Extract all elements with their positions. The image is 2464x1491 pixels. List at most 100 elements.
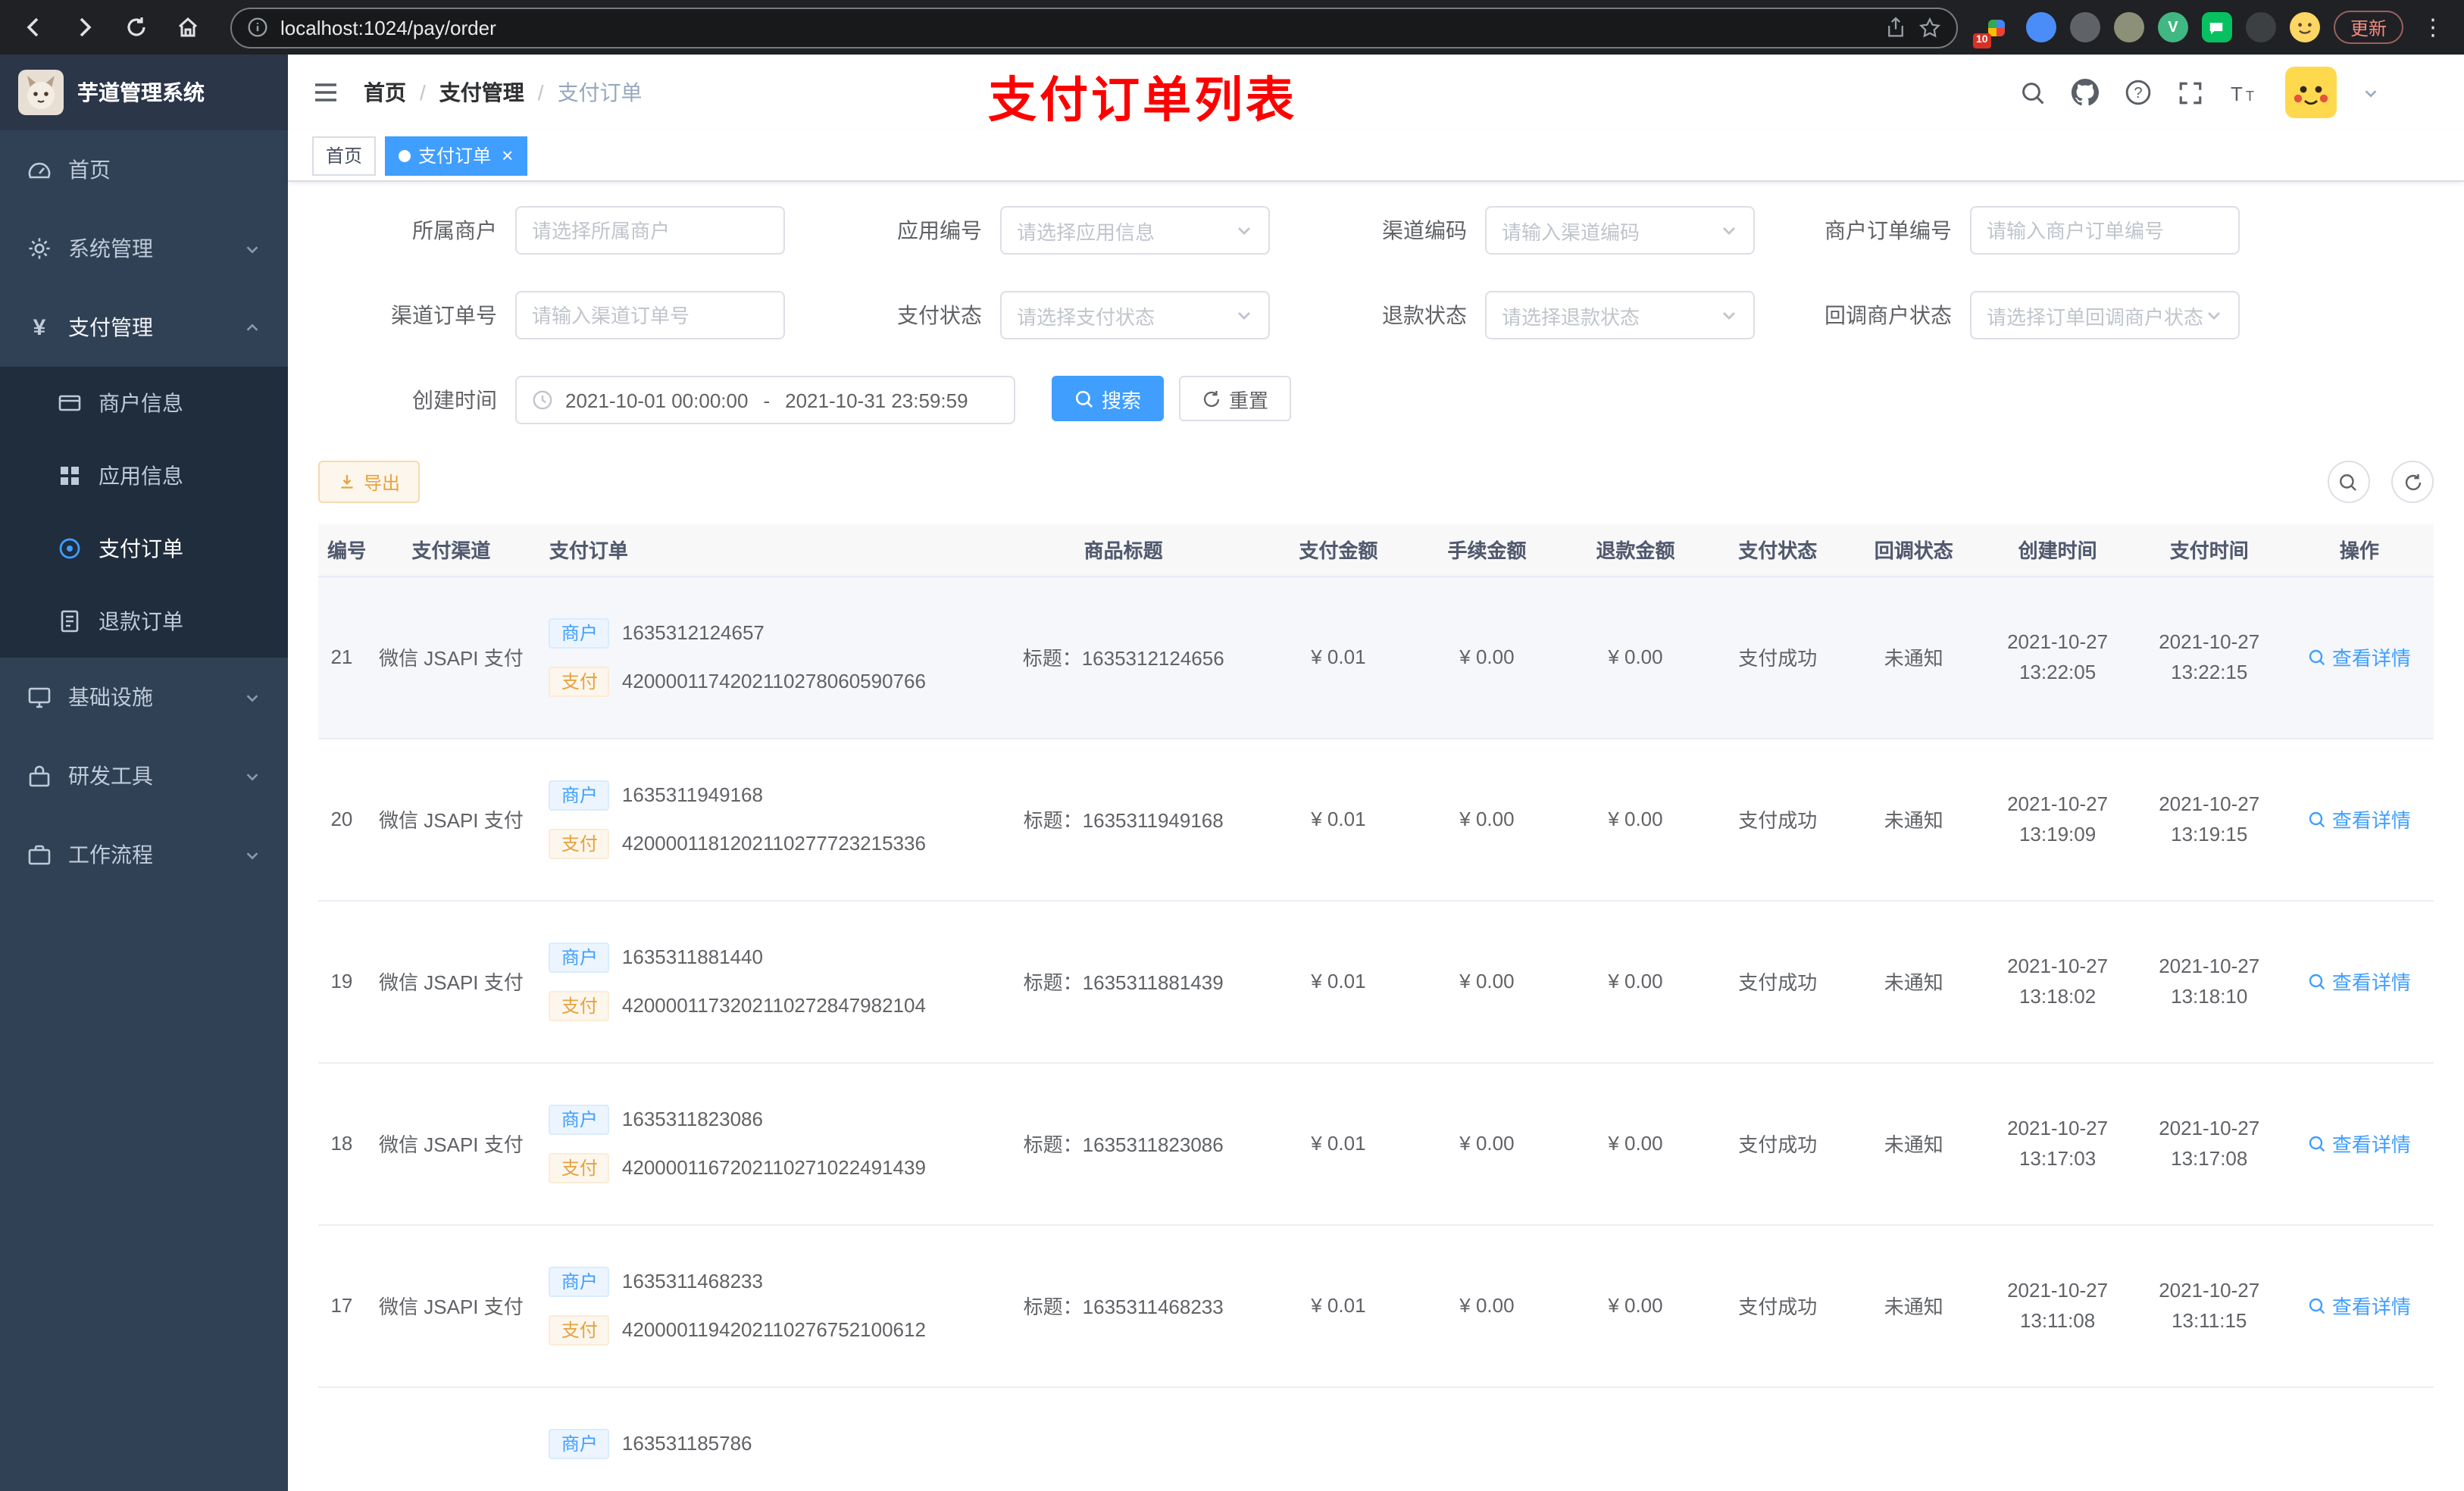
- refund-status-select[interactable]: 请选择退款状态: [1485, 291, 1755, 339]
- search-button[interactable]: 搜索: [1052, 376, 1165, 421]
- view-detail-link[interactable]: 查看详情: [2308, 805, 2411, 833]
- view-detail-link[interactable]: 查看详情: [2308, 967, 2411, 996]
- sidebar-item-merchant-info[interactable]: 商户信息: [0, 367, 288, 439]
- sidebar-item-pay-order[interactable]: 支付订单: [0, 512, 288, 585]
- refresh-table-button[interactable]: [2391, 461, 2434, 503]
- chevron-down-icon: [1235, 306, 1253, 324]
- col-header-refund: 退款金额: [1561, 524, 1710, 577]
- order-id: 21: [318, 576, 365, 739]
- reset-button[interactable]: 重置: [1179, 376, 1292, 421]
- create-time: 2021-10-27 13:18:02: [1981, 900, 2134, 1063]
- gear-icon: [27, 236, 52, 261]
- extension-icon[interactable]: [2069, 12, 2100, 42]
- view-detail-link[interactable]: 查看详情: [2308, 1291, 2411, 1320]
- merchant-input[interactable]: [515, 206, 785, 255]
- profile-avatar-icon[interactable]: [2289, 12, 2320, 42]
- sidebar-item-payment[interactable]: ¥ 支付管理: [0, 288, 288, 367]
- extension-icon[interactable]: [2113, 12, 2144, 42]
- pay-status-select[interactable]: 请选择支付状态: [1000, 291, 1270, 339]
- close-icon[interactable]: ×: [502, 145, 513, 165]
- app-logo[interactable]: 芋道管理系统: [0, 55, 288, 130]
- view-detail-link[interactable]: 查看详情: [2308, 642, 2411, 671]
- chevron-down-icon: [244, 846, 261, 863]
- monitor-icon: [27, 685, 52, 709]
- order-id: 19: [318, 900, 365, 1063]
- notify-status: 未通知: [1846, 576, 1982, 739]
- pay-amount: ¥ 0.01: [1264, 1062, 1413, 1225]
- dashboard-icon: [27, 158, 52, 182]
- url-text[interactable]: localhost:1024/pay/order: [280, 16, 496, 39]
- filter-label: 回调商户状态: [1825, 303, 1952, 327]
- caret-down-icon[interactable]: [2362, 84, 2379, 101]
- address-bar[interactable]: localhost:1024/pay/order: [230, 7, 1958, 48]
- pay-order-cell: 商户 1635311881440 支付 42000011732021102728…: [536, 900, 983, 1063]
- breadcrumb-pay-management[interactable]: 支付管理: [439, 77, 524, 108]
- extension-pin-icon[interactable]: [2025, 12, 2056, 42]
- sidebar-item-home[interactable]: 首页: [0, 130, 288, 209]
- order-id: 18: [318, 1062, 365, 1225]
- breadcrumb-home[interactable]: 首页: [364, 77, 406, 108]
- bookmark-star-icon[interactable]: [1918, 16, 1941, 39]
- search-icon[interactable]: [2020, 80, 2046, 105]
- merchant-order-no-input[interactable]: [1970, 206, 2240, 255]
- refund-amount: ¥ 0.00: [1561, 576, 1710, 739]
- help-icon[interactable]: ?: [2125, 79, 2152, 106]
- filter-label: 所属商户: [412, 218, 497, 242]
- sidebar-item-devtools[interactable]: 研发工具: [0, 736, 288, 815]
- extensions-grid-icon[interactable]: 10: [1972, 12, 2012, 48]
- font-size-icon[interactable]: TT: [2229, 80, 2259, 105]
- sidebar-item-label: 支付管理: [68, 315, 153, 339]
- tab-home[interactable]: 首页: [312, 136, 377, 175]
- sidebar-item-infrastructure[interactable]: 基础设施: [0, 658, 288, 736]
- table-row: 21 微信 JSAPI 支付 商户 1635312124657 支付 42000…: [318, 576, 2434, 739]
- tab-pay-order[interactable]: 支付订单 ×: [385, 136, 527, 175]
- product-title: 标题：1635312124656: [982, 576, 1265, 739]
- chrome-update-button[interactable]: 更新: [2333, 11, 2403, 44]
- sidebar-item-refund-order[interactable]: 退款订单: [0, 585, 288, 658]
- product-title: 标题：1635311468233: [982, 1224, 1265, 1387]
- pin-extension-icon[interactable]: [2245, 12, 2276, 42]
- back-icon[interactable]: [15, 9, 52, 45]
- pay-amount: ¥ 0.01: [1264, 738, 1413, 901]
- toggle-search-button[interactable]: [2327, 461, 2370, 503]
- fullscreen-icon[interactable]: [2178, 80, 2203, 105]
- sidebar-item-system[interactable]: 系统管理: [0, 209, 288, 288]
- user-avatar[interactable]: [2285, 67, 2337, 118]
- merchant-tag: 商户: [549, 617, 610, 648]
- sidebar-item-workflow[interactable]: 工作流程: [0, 815, 288, 894]
- vue-devtools-icon[interactable]: V: [2157, 12, 2188, 42]
- forward-icon[interactable]: [67, 9, 103, 45]
- actions-cell: [2284, 1386, 2434, 1491]
- search-icon: [2308, 810, 2326, 828]
- share-icon[interactable]: [1885, 17, 1906, 38]
- briefcase-icon: [27, 842, 52, 867]
- home-icon[interactable]: [170, 9, 206, 45]
- col-header-channel: 支付渠道: [364, 524, 537, 577]
- browser-toolbar: localhost:1024/pay/order 10 V 更新 ⋮: [0, 0, 2464, 55]
- view-detail-link[interactable]: 查看详情: [2308, 1129, 2411, 1158]
- chat-extension-icon[interactable]: [2201, 12, 2232, 42]
- filter-row-3: 创建时间 2021-10-01 00:00:00 - 2021-10-31 23…: [318, 376, 2434, 424]
- order-table-body: 21 微信 JSAPI 支付 商户 1635312124657 支付 42000…: [318, 576, 2434, 1491]
- sidebar-toggle-icon[interactable]: [312, 79, 339, 106]
- chevron-up-icon: [244, 319, 261, 336]
- export-button[interactable]: 导出: [318, 461, 421, 503]
- pay-time: 2021-10-27 13:17:08: [2133, 1062, 2285, 1225]
- page-content: 所属商户 应用编号 请选择应用信息 渠道编码 请输入渠道编码: [288, 182, 2464, 1491]
- merchant-tag: 商户: [549, 1266, 610, 1296]
- create-time-range-picker[interactable]: 2021-10-01 00:00:00 - 2021-10-31 23:59:5…: [515, 376, 1015, 424]
- product-title: 标题：1635311949168: [982, 738, 1265, 901]
- browser-menu-icon[interactable]: ⋮: [2417, 14, 2449, 41]
- channel-order-no-input[interactable]: [515, 291, 785, 339]
- site-info-icon[interactable]: [247, 17, 268, 38]
- filter-row-2: 渠道订单号 支付状态 请选择支付状态 退款状态 请选择退款状态: [318, 291, 2434, 339]
- app-id-select[interactable]: 请选择应用信息: [1000, 206, 1270, 255]
- fee-amount: ¥ 0.00: [1412, 900, 1562, 1063]
- active-dot: [399, 149, 411, 161]
- notify-status-select[interactable]: 请选择订单回调商户状态: [1970, 291, 2240, 339]
- channel-code-select[interactable]: 请输入渠道编码: [1485, 206, 1755, 255]
- github-icon[interactable]: [2072, 79, 2099, 106]
- reload-icon[interactable]: [118, 9, 155, 45]
- sidebar-item-app-info[interactable]: 应用信息: [0, 439, 288, 512]
- fee-amount: ¥ 0.00: [1412, 1224, 1562, 1387]
